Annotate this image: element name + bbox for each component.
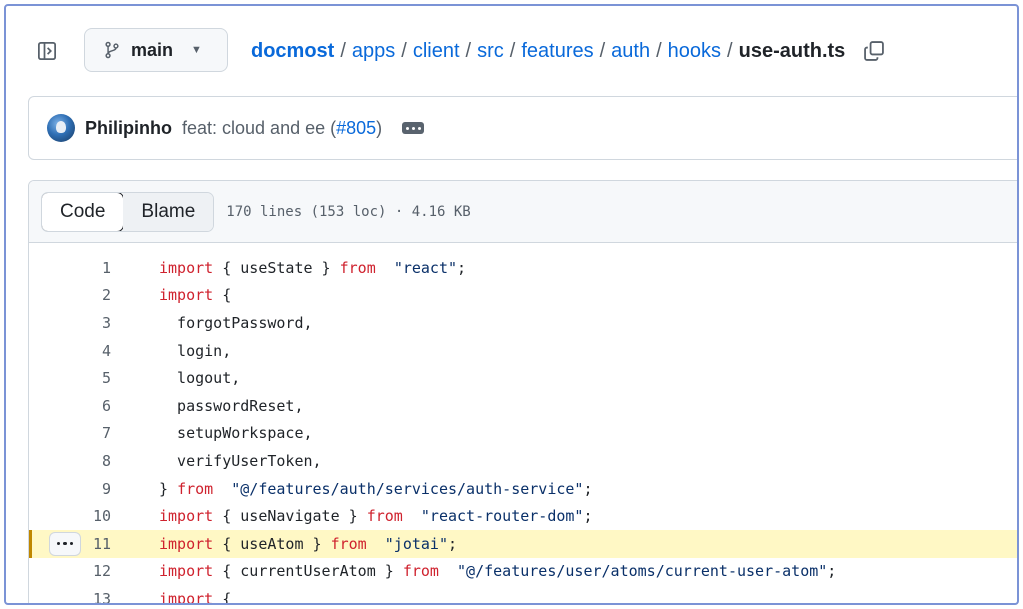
file-meta: 170 lines (153 loc) · 4.16 KB (226, 203, 471, 220)
code-line: 7 setupWorkspace, (29, 420, 1017, 448)
kebab-horizontal-icon[interactable] (49, 531, 81, 556)
avatar[interactable] (47, 114, 75, 142)
code-toolbar: Code Blame 170 lines (153 loc) · 4.16 KB (29, 181, 1017, 243)
code-line: 11 import { useAtom } from "jotai"; (29, 529, 1017, 558)
branch-name: main (131, 39, 174, 60)
code-lines: 1 import { useState } from "react"; 2 impor… (29, 243, 1017, 605)
code-line: 1 import { useState } from "react"; (29, 254, 1017, 282)
tab-code[interactable]: Code (42, 192, 125, 231)
breadcrumb-client[interactable]: client (413, 40, 460, 63)
line-number[interactable]: 3 (29, 314, 111, 332)
code-text: import { (159, 589, 232, 605)
commit-message[interactable]: feat: cloud and ee (#805) (182, 118, 382, 139)
code-text: forgotPassword, (159, 313, 313, 332)
breadcrumb-features[interactable]: features (521, 40, 593, 63)
toggle-sidebar-button[interactable] (34, 38, 60, 64)
ellipsis-icon[interactable] (402, 122, 425, 134)
line-number[interactable]: 4 (29, 342, 111, 360)
breadcrumb-auth[interactable]: auth (611, 40, 650, 63)
code-line: 9 } from "@/features/auth/services/auth-s… (29, 475, 1017, 503)
line-number[interactable]: 13 (29, 590, 111, 603)
copy-path-button[interactable] (863, 40, 885, 62)
line-number[interactable]: 5 (29, 369, 111, 387)
line-number[interactable]: 1 (29, 259, 111, 277)
code-text: import { currentUserAtom } from "@/featu… (159, 562, 837, 581)
code-text: logout, (159, 369, 241, 388)
line-number[interactable]: 6 (29, 397, 111, 415)
code-line: 8 verifyUserToken, (29, 447, 1017, 475)
code-text: login, (159, 341, 232, 360)
line-number[interactable]: 10 (29, 507, 111, 525)
code-text: import { (159, 286, 232, 305)
code-line: 5 logout, (29, 364, 1017, 392)
breadcrumb: docmost / apps / client / src / features… (251, 36, 885, 66)
code-text: setupWorkspace, (159, 424, 313, 443)
code-line: 4 login, (29, 337, 1017, 365)
view-toggle: Code Blame (41, 191, 215, 232)
line-number[interactable]: 12 (29, 562, 111, 580)
file-header: main ▼ docmost / apps / client / src / f… (6, 6, 1017, 96)
branch-selector-button[interactable]: main ▼ (84, 28, 228, 72)
breadcrumb-src[interactable]: src (477, 40, 504, 63)
breadcrumb-file-name: use-auth.ts (738, 39, 846, 62)
line-number[interactable]: 2 (29, 286, 111, 304)
line-number[interactable]: 8 (29, 452, 111, 470)
code-text: import { useState } from "react"; (159, 258, 467, 277)
code-line: 3 forgotPassword, (29, 309, 1017, 337)
code-text: } from "@/features/auth/services/auth-se… (159, 479, 593, 498)
commit-author[interactable]: Philipinho (85, 118, 172, 139)
pr-link[interactable]: #805 (336, 118, 376, 138)
code-line: 2 import { (29, 282, 1017, 310)
copy-icon (864, 41, 885, 61)
code-line: 13 import { (29, 585, 1017, 605)
breadcrumb-apps[interactable]: apps (352, 40, 395, 63)
sidebar-panel-icon (38, 42, 56, 60)
line-number[interactable]: 9 (29, 480, 111, 498)
latest-commit-bar: Philipinho feat: cloud and ee (#805) (28, 96, 1017, 160)
window-frame: main ▼ docmost / apps / client / src / f… (4, 4, 1019, 605)
code-viewer: Code Blame 170 lines (153 loc) · 4.16 KB… (28, 180, 1017, 605)
breadcrumb-repo[interactable]: docmost (251, 40, 334, 63)
code-text: passwordReset, (159, 396, 304, 415)
line-number[interactable]: 7 (29, 424, 111, 442)
code-text: import { useNavigate } from "react-route… (159, 507, 593, 526)
code-line: 10 import { useNavigate } from "react-rou… (29, 502, 1017, 530)
code-line: 12 import { currentUserAtom } from "@/fea… (29, 558, 1017, 586)
code-line: 6 passwordReset, (29, 392, 1017, 420)
triangle-down-icon: ▼ (191, 44, 202, 56)
git-branch-icon (105, 41, 119, 59)
breadcrumb-hooks[interactable]: hooks (668, 40, 721, 63)
tab-blame[interactable]: Blame (123, 192, 214, 231)
code-text: import { useAtom } from "jotai"; (159, 534, 458, 553)
code-text: verifyUserToken, (159, 451, 322, 470)
